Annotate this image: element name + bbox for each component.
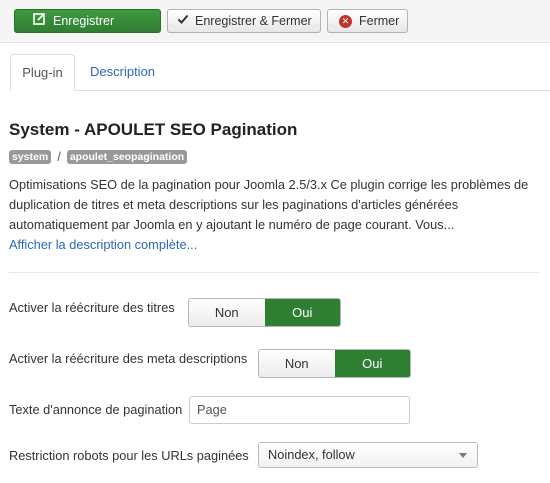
tab-plugin[interactable]: Plug-in <box>10 54 75 91</box>
close-circle-icon: ✕ <box>339 14 352 28</box>
meta-rewrite-toggle: Non Oui <box>258 349 411 378</box>
meta-rewrite-label: Activer la réécriture des meta descripti… <box>9 351 248 366</box>
titles-rewrite-no[interactable]: Non <box>189 299 265 326</box>
meta-rewrite-no[interactable]: Non <box>259 350 335 377</box>
plugin-title: System - APOULET SEO Pagination <box>9 120 298 139</box>
tab-description[interactable]: Description <box>90 54 155 91</box>
save-and-close-button-label: Enregistrer & Fermer <box>195 14 312 28</box>
caret-down-icon <box>459 453 467 458</box>
show-full-description-link[interactable]: Afficher la description complète... <box>9 237 197 252</box>
plugin-labels: system / apoulet_seopagination <box>9 149 188 164</box>
toolbar: Enregistrer Enregistrer & Fermer ✕ Ferme… <box>0 0 550 43</box>
page-text-label: Texte d'annonce de pagination <box>9 402 183 417</box>
save-and-close-button[interactable]: Enregistrer & Fermer <box>167 9 321 33</box>
divider <box>9 272 540 273</box>
edit-icon <box>32 10 46 32</box>
label-separator: / <box>57 149 61 164</box>
plugin-description: Optimisations SEO de la pagination pour … <box>9 177 529 232</box>
robots-select-value: Noindex, follow <box>268 447 355 462</box>
folder-badge: system <box>9 149 52 164</box>
titles-rewrite-toggle: Non Oui <box>188 298 341 327</box>
close-button[interactable]: ✕ Fermer <box>327 9 408 33</box>
check-icon <box>177 10 189 32</box>
meta-rewrite-yes[interactable]: Oui <box>334 350 410 377</box>
tab-bar: Plug-in Description <box>10 54 550 91</box>
save-button[interactable]: Enregistrer <box>14 9 161 33</box>
save-button-label: Enregistrer <box>53 14 115 28</box>
robots-select[interactable]: Noindex, follow <box>258 442 478 468</box>
titles-rewrite-yes[interactable]: Oui <box>264 299 340 326</box>
close-button-label: Fermer <box>359 14 400 28</box>
page-text-input[interactable]: Page <box>189 396 410 424</box>
robots-label: Restriction robots pour les URLs paginée… <box>9 448 249 463</box>
element-badge: apoulet_seopagination <box>66 149 188 164</box>
titles-rewrite-label: Activer la réécriture des titres <box>9 300 175 315</box>
